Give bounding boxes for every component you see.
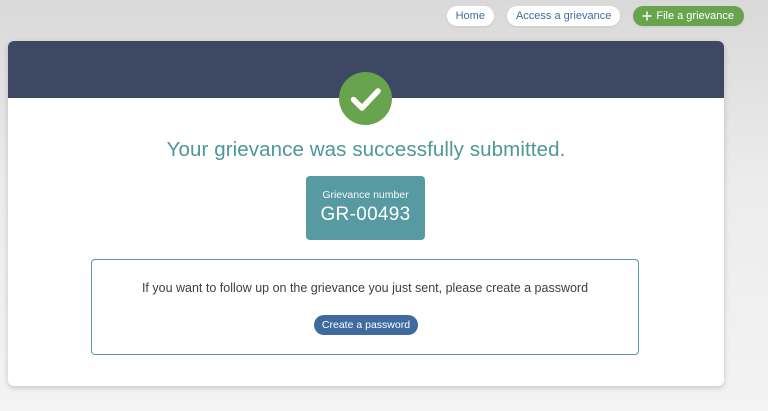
grievance-number-value: GR-00493 xyxy=(320,204,411,225)
confirmation-card: Your grievance was successfully submitte… xyxy=(8,41,724,386)
access-grievance-link[interactable]: Access a grievance xyxy=(506,6,621,26)
create-password-button[interactable]: Create a password xyxy=(314,315,418,335)
file-grievance-label: File a grievance xyxy=(656,10,734,22)
file-grievance-button[interactable]: File a grievance xyxy=(633,6,744,26)
home-link[interactable]: Home xyxy=(446,6,494,26)
grievance-number-label: Grievance number xyxy=(322,189,409,201)
followup-message: If you want to follow up on the grievanc… xyxy=(141,281,589,295)
top-navigation: Home Access a grievance File a grievance xyxy=(446,6,744,26)
followup-box: If you want to follow up on the grievanc… xyxy=(91,259,639,355)
plus-icon xyxy=(642,11,652,21)
check-circle-icon xyxy=(339,72,392,125)
grievance-number-box: Grievance number GR-00493 xyxy=(306,176,425,240)
success-title: Your grievance was successfully submitte… xyxy=(166,138,566,161)
